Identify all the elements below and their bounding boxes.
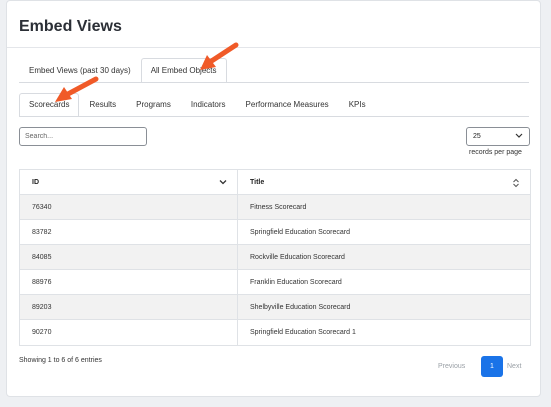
- row-title: Springfield Education Scorecard: [250, 228, 351, 236]
- table-row[interactable]: 76340 Fitness Scorecard: [20, 195, 530, 220]
- row-title: Rockville Education Scorecard: [250, 253, 345, 261]
- chevron-down-icon: [515, 133, 523, 138]
- row-title: Shelbyville Education Scorecard: [250, 303, 351, 311]
- tab-programs[interactable]: Programs: [126, 93, 181, 117]
- table-row[interactable]: 90270 Springfield Education Scorecard 1: [20, 320, 530, 345]
- row-title: Franklin Education Scorecard: [250, 278, 342, 286]
- top-tabs-divider: [19, 82, 529, 83]
- tab-indicators[interactable]: Indicators: [181, 93, 236, 117]
- row-id: 83782: [20, 220, 238, 244]
- sub-tabs-divider: [19, 116, 529, 117]
- table-info: Showing 1 to 6 of 6 entries: [19, 357, 102, 364]
- pagination-next[interactable]: Next: [507, 363, 521, 370]
- table-row[interactable]: 89203 Shelbyville Education Scorecard: [20, 295, 530, 320]
- embed-views-card: Embed Views Embed Views (past 30 days) A…: [6, 0, 541, 397]
- sort-icon: [513, 178, 519, 188]
- tab-results[interactable]: Results: [79, 93, 126, 117]
- table-header: ID Title: [20, 170, 530, 195]
- chevron-down-icon: [219, 180, 227, 185]
- page-title: Embed Views: [19, 18, 122, 35]
- records-per-page-value: 25: [473, 133, 481, 140]
- tab-kpis[interactable]: KPIs: [339, 93, 376, 117]
- column-header-id-label: ID: [32, 178, 39, 186]
- row-id: 89203: [20, 295, 238, 319]
- row-id: 84085: [20, 245, 238, 269]
- object-type-tabs: Scorecards Results Programs Indicators P…: [19, 93, 376, 117]
- tab-scorecards[interactable]: Scorecards: [19, 93, 80, 117]
- pagination-page-1[interactable]: 1: [481, 356, 503, 377]
- row-id: 76340: [20, 195, 238, 219]
- records-per-page-label: records per page: [469, 149, 522, 156]
- column-header-title[interactable]: Title: [238, 170, 530, 194]
- row-id: 88976: [20, 270, 238, 294]
- tab-all-embed-objects[interactable]: All Embed Objects: [140, 58, 227, 83]
- tab-performance-measures[interactable]: Performance Measures: [236, 93, 339, 117]
- tab-embed-views-past-30-days[interactable]: Embed Views (past 30 days): [19, 58, 141, 83]
- column-header-id[interactable]: ID: [20, 170, 238, 194]
- search-input[interactable]: [19, 127, 147, 146]
- pagination-previous[interactable]: Previous: [438, 363, 465, 370]
- row-title: Springfield Education Scorecard 1: [250, 329, 356, 336]
- table-row[interactable]: 88976 Franklin Education Scorecard: [20, 270, 530, 295]
- column-header-title-label: Title: [250, 178, 265, 186]
- top-tabs: Embed Views (past 30 days) All Embed Obj…: [19, 58, 227, 83]
- table-row[interactable]: 84085 Rockville Education Scorecard: [20, 245, 530, 270]
- row-id: 90270: [20, 320, 238, 345]
- header-divider: [7, 47, 540, 48]
- scorecards-table: ID Title 76340 Fitness Scorecard 83782 S…: [19, 169, 531, 346]
- row-title: Fitness Scorecard: [250, 203, 307, 211]
- table-row[interactable]: 83782 Springfield Education Scorecard: [20, 220, 530, 245]
- records-per-page-select[interactable]: 25: [466, 127, 530, 146]
